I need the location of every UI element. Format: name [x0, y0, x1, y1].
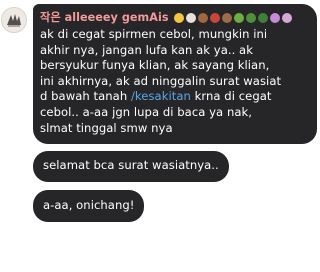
snail-icon — [221, 13, 232, 23]
emoji-row — [173, 13, 292, 23]
turtle-icon — [245, 13, 256, 23]
message-header: 작은 alleeeey gemAis — [40, 10, 311, 26]
cat-icon — [281, 13, 292, 23]
dragon-icon — [233, 13, 244, 23]
message-bubble-third[interactable]: a-aa, onichang! — [33, 190, 145, 222]
avatar[interactable] — [1, 7, 27, 33]
sender-name[interactable]: 작은 alleeeey gemAis — [40, 10, 169, 26]
message-bubble-second[interactable]: selamat bca surat wasiatnya.. — [33, 151, 229, 182]
hatching-chick-icon — [173, 13, 184, 23]
unicorn-icon — [269, 13, 280, 23]
message-bubble-main[interactable]: 작은 alleeeey gemAis ak di cegat spirmen c… — [33, 4, 317, 144]
message-text-second: selamat bca surat wasiatnya.. — [43, 158, 219, 172]
rooster-icon — [209, 13, 220, 23]
bird-icon — [197, 13, 208, 23]
message-text-third: a-aa, onichang! — [43, 198, 135, 212]
message-text: ak di cegat spirmen cebol, mungkin ini a… — [40, 27, 311, 136]
mention-link[interactable]: /kesakitan — [131, 89, 191, 103]
dinosaur-icon — [257, 13, 268, 23]
chat-view: 작은 alleeeey gemAis ak di cegat spirmen c… — [0, 0, 320, 272]
chicken-icon — [185, 13, 196, 23]
